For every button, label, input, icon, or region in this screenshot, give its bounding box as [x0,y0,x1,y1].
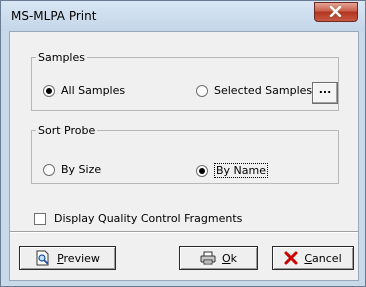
preview-label: Preview [57,251,100,265]
by-size-label: By Size [61,163,102,176]
display-qc-checkbox[interactable]: Display Quality Control Fragments [34,212,242,225]
browse-samples-button[interactable]: ... [312,82,338,104]
by-size-radio[interactable]: By Size [43,163,101,176]
by-name-label: By Name [214,163,269,178]
button-divider-highlight [10,232,358,233]
selected-samples-label: Selected Samples [214,84,313,97]
close-icon [329,6,342,17]
all-samples-label: All Samples [61,84,126,97]
cancel-label: Cancel [304,251,342,265]
close-button[interactable] [314,2,358,22]
preview-icon [36,250,49,266]
samples-group: Samples [31,51,339,111]
radio-indicator [196,164,208,177]
cancel-button[interactable]: Cancel [272,246,354,270]
preview-button[interactable]: Preview [19,246,116,270]
ok-label: Ok [221,251,238,265]
display-qc-label: Display Quality Control Fragments [54,212,243,225]
checkbox-indicator [34,212,46,225]
ok-button[interactable]: Ok [179,246,258,270]
sort-probe-legend: Sort Probe [38,124,96,137]
window-title: MS-MLPA Print [11,9,97,23]
print-dialog-window: MS-MLPA Print Samples All Samples Select… [0,0,366,287]
selected-samples-radio[interactable]: Selected Samples [196,84,312,97]
by-name-radio[interactable]: By Name [196,163,269,178]
samples-legend: Samples [38,51,85,64]
dialog-body: Samples All Samples Selected Samples ...… [9,31,359,281]
radio-indicator [196,84,208,97]
title-bar[interactable]: MS-MLPA Print [1,1,365,31]
radio-indicator [43,84,55,97]
all-samples-radio[interactable]: All Samples [43,84,125,97]
red-x-icon [284,251,298,265]
radio-indicator [43,163,55,176]
printer-icon [200,251,216,265]
